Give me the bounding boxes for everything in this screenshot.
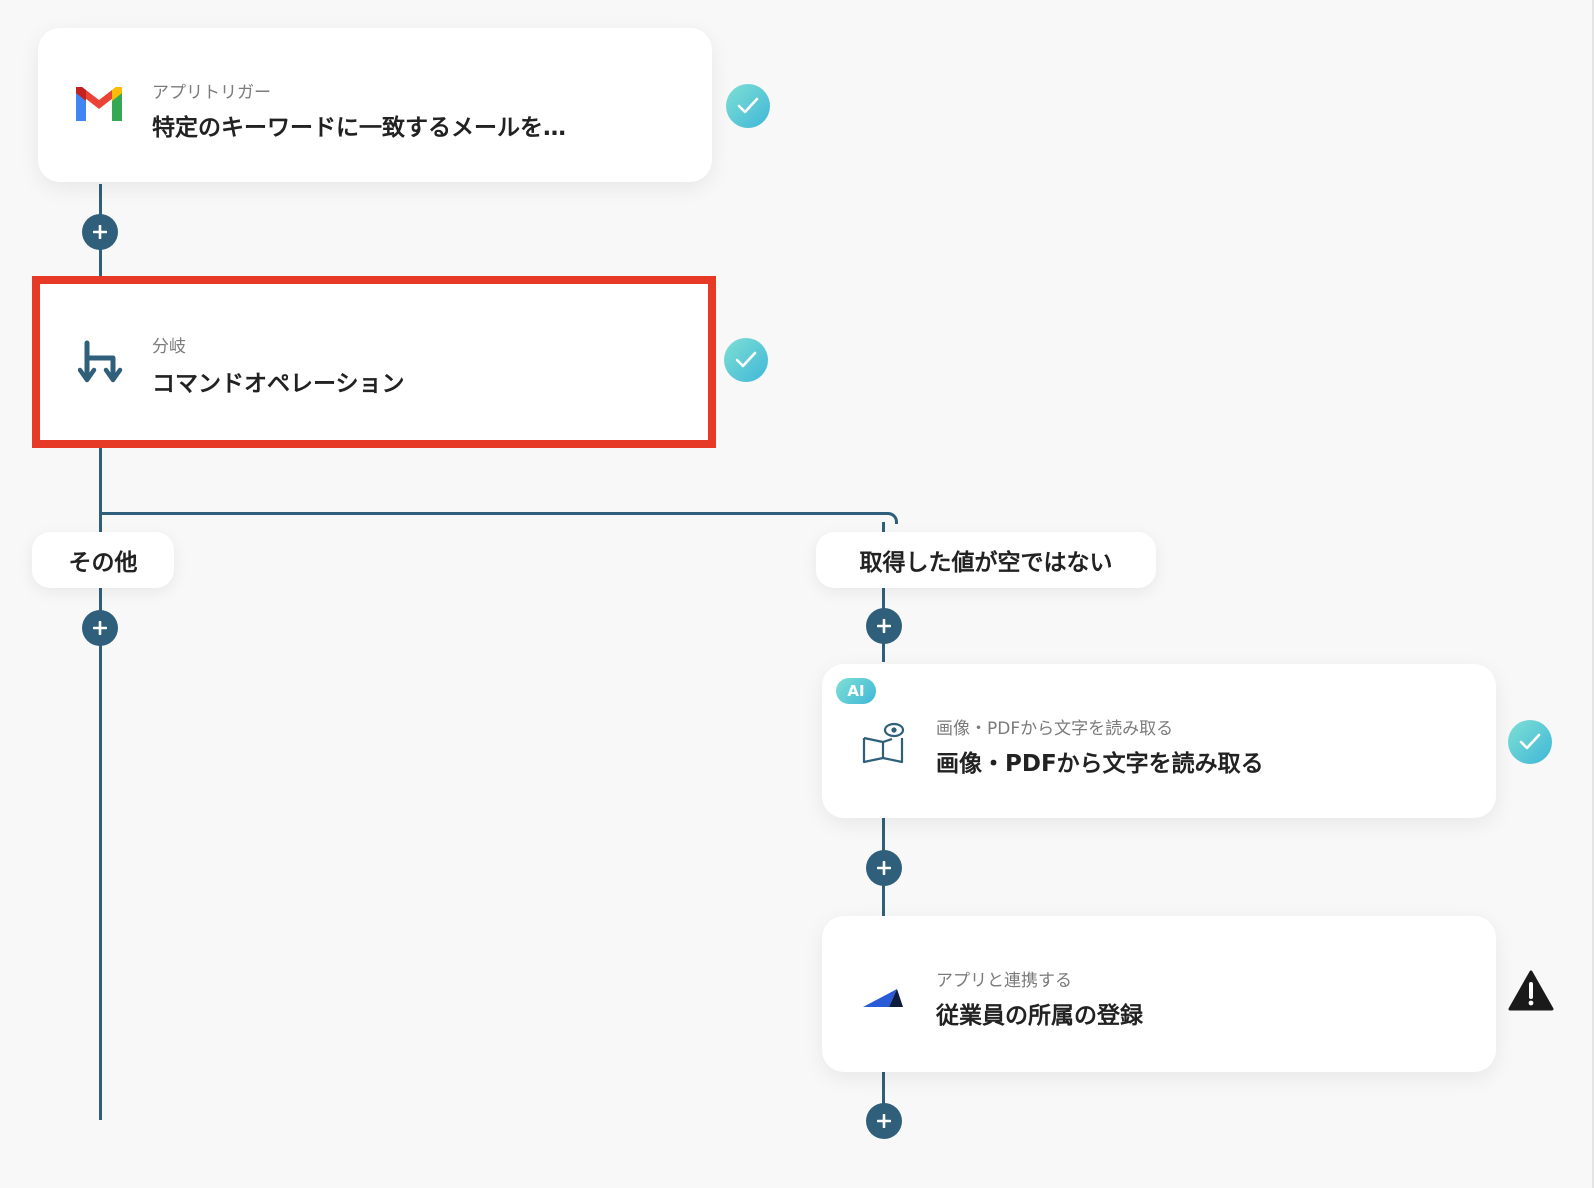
- step-title: 特定のキーワードに一致するメールを…: [152, 115, 566, 141]
- ai-badge: AI: [836, 678, 876, 704]
- gmail-icon: [70, 76, 128, 134]
- add-step-button[interactable]: [866, 1103, 902, 1139]
- branch-label-condition[interactable]: 取得した値が空ではない: [816, 532, 1156, 588]
- app-logo-icon: [854, 966, 912, 1024]
- trigger-step-card[interactable]: アプリトリガー 特定のキーワードに一致するメールを…: [38, 28, 712, 182]
- step-title: 画像・PDFから文字を読み取る: [936, 751, 1264, 777]
- book-eye-icon: [854, 714, 912, 772]
- add-step-button[interactable]: [82, 214, 118, 250]
- ocr-step-card[interactable]: AI 画像・PDFから文字を読み取る 画像・PDFから文字を読み取る: [822, 664, 1496, 818]
- check-complete-icon: [1508, 720, 1552, 764]
- branch-label-other[interactable]: その他: [32, 532, 174, 588]
- warning-icon: [1508, 970, 1554, 1012]
- check-complete-icon: [726, 84, 770, 128]
- branch-icon: [72, 334, 130, 392]
- step-type-label: アプリと連携する: [936, 971, 1072, 991]
- step-type-label: 分岐: [152, 337, 186, 357]
- register-step-card[interactable]: アプリと連携する 従業員の所属の登録: [822, 916, 1496, 1072]
- add-step-button[interactable]: [866, 608, 902, 644]
- add-step-button[interactable]: [82, 610, 118, 646]
- step-title: コマンドオペレーション: [152, 371, 405, 397]
- add-step-button[interactable]: [866, 850, 902, 886]
- branch-connector: [100, 512, 898, 524]
- step-type-label: 画像・PDFから文字を読み取る: [936, 719, 1174, 739]
- step-type-label: アプリトリガー: [152, 83, 271, 103]
- step-title: 従業員の所属の登録: [936, 1003, 1143, 1029]
- branch-step-card[interactable]: 分岐 コマンドオペレーション: [32, 276, 716, 448]
- check-complete-icon: [724, 338, 768, 382]
